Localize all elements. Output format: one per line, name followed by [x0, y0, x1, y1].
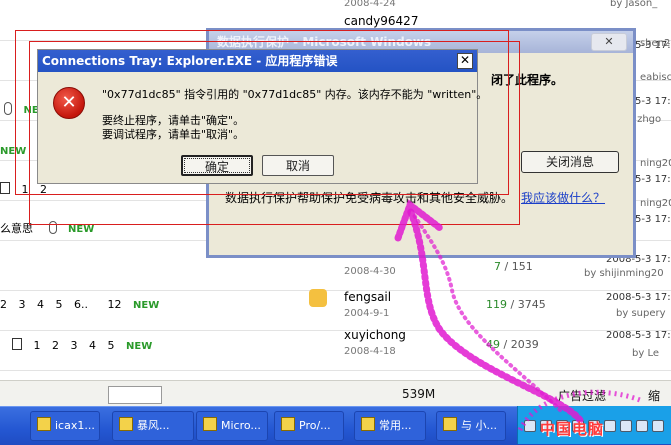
- page-link[interactable]: 1: [34, 339, 41, 352]
- status-input[interactable]: [108, 386, 162, 404]
- memory-usage: 539M: [402, 387, 436, 401]
- tray-icon[interactable]: [604, 420, 616, 432]
- page-link[interactable]: 6..: [74, 298, 88, 311]
- new-badge: NEW: [133, 300, 160, 311]
- taskbar-button[interactable]: icax1...: [30, 411, 100, 441]
- thread-row[interactable]: 1 2 3 4 5 NEW xuyichong 2008-4-18 49 / 2…: [0, 328, 671, 371]
- page-link[interactable]: 2: [0, 298, 7, 311]
- thread-last-by[interactable]: by supery: [616, 308, 666, 319]
- taskbar-button-label: 与 小...: [461, 419, 497, 432]
- page-link[interactable]: 5: [108, 339, 115, 352]
- tray-icon[interactable]: [652, 420, 664, 432]
- thread-stats: 119 / 3745: [486, 298, 546, 311]
- ad-filter-label[interactable]: 广告过滤: [558, 387, 606, 404]
- error-message: "0x77d1dc85" 指令引用的 "0x77d1dc85" 内存。该内存不能…: [102, 88, 488, 101]
- thread-stats: 49 / 2039: [486, 338, 539, 351]
- new-badge: NEW: [68, 224, 95, 235]
- page-link[interactable]: 2: [52, 339, 59, 352]
- page-icon: [0, 182, 10, 194]
- taskbar-button[interactable]: Pro/...: [274, 411, 344, 441]
- taskbar-button-label: Micro...: [221, 419, 261, 432]
- thread-stats: 7 / 151: [494, 260, 533, 273]
- page-link[interactable]: 4: [37, 298, 44, 311]
- close-icon[interactable]: ✕: [457, 53, 473, 69]
- thumbs-up-icon: [309, 289, 327, 307]
- chat-icon: [443, 417, 457, 431]
- page-link[interactable]: 4: [89, 339, 96, 352]
- application-error-dialog: Connections Tray: Explorer.EXE - 应用程序错误 …: [37, 49, 487, 184]
- taskbar-button[interactable]: 暴风...: [112, 411, 194, 441]
- expand-label[interactable]: 缩: [648, 387, 660, 404]
- thread-last-by[interactable]: by Jason_: [610, 0, 657, 9]
- thread-date: 2008-4-30: [344, 266, 396, 277]
- error-instruction-cancel: 要调试程序，请单击"取消"。: [102, 128, 245, 141]
- error-icon: ✕: [53, 87, 85, 119]
- page-icon: [12, 338, 22, 350]
- page-link[interactable]: 3: [19, 298, 26, 311]
- ok-button[interactable]: 确定: [181, 155, 253, 176]
- view-count: 3745: [517, 298, 546, 311]
- thread-row[interactable]: 2 3 4 5 6.. 12 NEW fengsail 2004-9-1 119…: [0, 290, 671, 331]
- taskbar-button[interactable]: 常用...: [354, 411, 426, 441]
- dep-dismiss-button[interactable]: 关闭消息: [521, 151, 619, 173]
- page-link[interactable]: 12: [108, 298, 122, 311]
- thread-last-by[interactable]: by shijinming20: [584, 268, 664, 279]
- thread-last-by[interactable]: ning20: [640, 198, 671, 209]
- dep-close-button[interactable]: ✕: [591, 33, 627, 51]
- reply-count: 49: [486, 338, 500, 351]
- page-link[interactable]: 3: [71, 339, 78, 352]
- player-icon: [119, 417, 133, 431]
- tray-icon[interactable]: [636, 420, 648, 432]
- paperclip-icon: [4, 102, 12, 115]
- thread-author[interactable]: xuyichong: [344, 328, 406, 342]
- thread-author[interactable]: candy96427: [344, 14, 418, 28]
- new-badge: NEW: [126, 341, 153, 352]
- thread-author[interactable]: fengsail: [344, 290, 391, 304]
- watermark-logo: 中国电脑: [540, 420, 605, 438]
- page-link[interactable]: 5: [56, 298, 63, 311]
- thread-last-date: 2008-5-3 17:: [606, 292, 671, 303]
- view-count: 2039: [510, 338, 539, 351]
- window-icon: [203, 417, 217, 431]
- thread-last-by[interactable]: shen20: [640, 38, 671, 49]
- reply-count: 7: [494, 260, 501, 273]
- taskbar-button-label: 常用...: [379, 419, 412, 432]
- tray-icon[interactable]: [620, 420, 632, 432]
- view-count: 151: [511, 260, 533, 273]
- app-icon: [281, 417, 295, 431]
- thread-date: 2004-9-1: [344, 308, 390, 319]
- thread-date: 2008-4-18: [344, 346, 396, 357]
- taskbar-button[interactable]: 与 小...: [436, 411, 506, 441]
- taskbar-button[interactable]: Micro...: [196, 411, 268, 441]
- folder-icon: [37, 417, 51, 431]
- reply-count: 119: [486, 298, 507, 311]
- taskbar-button-label: 暴风...: [137, 419, 170, 432]
- taskbar-button-label: icax1...: [55, 419, 95, 432]
- thread-date: 2008-4-24: [344, 0, 396, 9]
- error-dialog-title: Connections Tray: Explorer.EXE - 应用程序错误: [38, 50, 477, 72]
- dep-help-link[interactable]: 我应该做什么？: [521, 189, 605, 206]
- thread-last-by[interactable]: eabisc: [640, 72, 671, 83]
- folder-icon: [361, 417, 375, 431]
- thread-last-by[interactable]: by Le: [632, 348, 659, 359]
- thread-last-date: 2008-5-3 17:: [606, 330, 671, 341]
- taskbar-button-label: Pro/...: [299, 419, 331, 432]
- thread-last-by[interactable]: ning20: [640, 158, 671, 169]
- tray-icon[interactable]: [524, 420, 536, 432]
- cancel-button[interactable]: 取消: [262, 155, 334, 176]
